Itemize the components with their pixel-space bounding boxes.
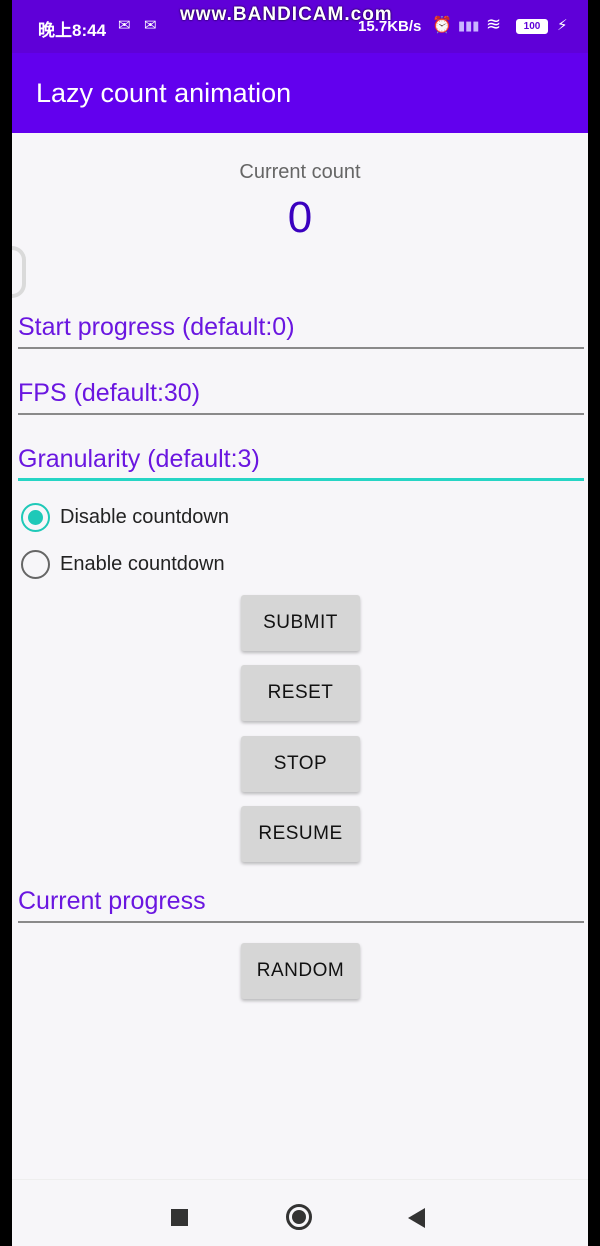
radio-checked-icon — [21, 502, 50, 532]
notification-icon: ✉ — [118, 17, 131, 34]
app-bar: Lazy count animation — [12, 53, 588, 133]
signal-icon: ▮▮▮ — [458, 18, 480, 33]
submit-button[interactable]: SUBMIT — [241, 595, 360, 651]
reset-button[interactable]: RESET — [241, 665, 360, 721]
network-speed: 15.7KB/s — [358, 18, 422, 35]
enable-countdown-label: Enable countdown — [60, 552, 225, 575]
loading-spinner — [12, 246, 26, 298]
app-title: Lazy count animation — [36, 78, 292, 108]
granularity-input[interactable]: Granularity (default:3) — [18, 437, 584, 481]
current-count-label: Current count — [239, 161, 361, 183]
start-progress-hint: Start progress (default:0) — [18, 313, 295, 341]
granularity-hint: Granularity (default:3) — [18, 445, 260, 473]
stop-button[interactable]: STOP — [241, 736, 360, 792]
recent-apps-icon[interactable] — [171, 1209, 188, 1226]
status-time: 晚上8:44 — [38, 21, 107, 40]
navigation-bar — [12, 1179, 588, 1246]
random-button[interactable]: RANDOM — [241, 943, 360, 999]
fps-hint: FPS (default:30) — [18, 379, 201, 407]
radio-unchecked-icon — [21, 549, 50, 579]
current-count-value: 0 — [287, 193, 313, 242]
mail-icon: ✉ — [144, 17, 157, 34]
disable-countdown-label: Disable countdown — [60, 505, 229, 528]
current-progress-hint: Current progress — [18, 887, 206, 915]
status-bar: 晚上8:44 ✉ ✉ www.BANDICAM.com 15.7KB/s ⏰ ▮… — [12, 0, 588, 53]
start-progress-input[interactable]: Start progress (default:0) — [18, 305, 584, 349]
alarm-off-icon: ⏰ — [432, 17, 452, 34]
current-progress-input[interactable]: Current progress — [18, 879, 584, 923]
app-screen: 晚上8:44 ✉ ✉ www.BANDICAM.com 15.7KB/s ⏰ ▮… — [12, 0, 588, 1246]
fps-input[interactable]: FPS (default:30) — [18, 371, 584, 415]
enable-countdown-radio[interactable]: Enable countdown — [21, 546, 321, 582]
resume-button[interactable]: RESUME — [241, 806, 360, 862]
back-icon[interactable] — [408, 1208, 425, 1228]
charging-icon: ⚡ — [557, 17, 568, 34]
wifi-icon: ≋ — [486, 14, 502, 34]
battery-icon: 100 — [516, 19, 548, 34]
disable-countdown-radio[interactable]: Disable countdown — [21, 499, 321, 535]
home-icon[interactable] — [286, 1204, 312, 1230]
